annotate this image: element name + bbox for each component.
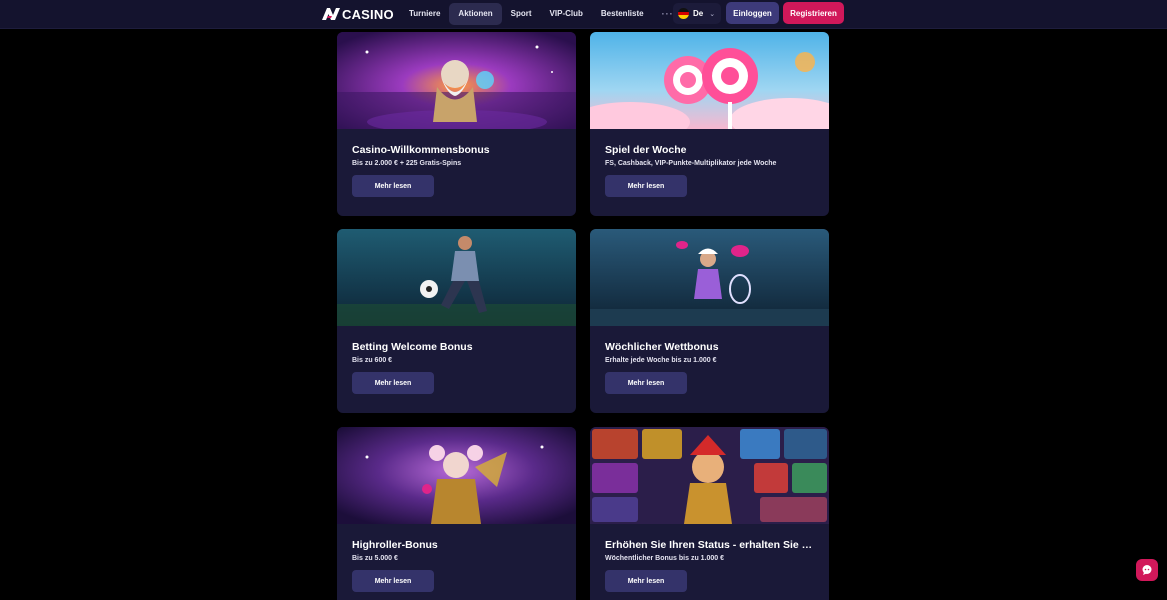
german-flag-icon [678, 8, 689, 19]
promo-card-highroller[interactable]: Highroller-Bonus Bis zu 5.000 € Mehr les… [337, 427, 576, 600]
promo-subtitle: Wöchentlicher Bonus bis zu 1.000 € [605, 555, 725, 562]
language-selector[interactable]: De ⌄ [673, 3, 721, 24]
register-button[interactable]: Registrieren [783, 2, 844, 24]
candy-lollipop-banner [590, 32, 829, 129]
read-more-button[interactable]: Mehr lesen [352, 175, 434, 197]
site-logo[interactable]: CASINO [322, 6, 394, 22]
nav-vip-club[interactable]: VIP-Club [541, 3, 592, 25]
language-label: De [693, 9, 704, 18]
football-player-banner [337, 229, 576, 326]
promo-card-game-of-week[interactable]: Spiel der Woche FS, Cashback, VIP-Punkte… [590, 32, 829, 216]
jester-banner [337, 427, 576, 524]
chat-button[interactable] [1136, 559, 1158, 581]
promo-subtitle: FS, Cashback, VIP-Punkte-Multiplikator j… [605, 160, 777, 167]
read-more-button[interactable]: Mehr lesen [352, 570, 434, 592]
read-more-button[interactable]: Mehr lesen [605, 570, 687, 592]
promo-subtitle: Bis zu 2.000 € + 225 Gratis-Spins [352, 160, 462, 167]
nav-turniere[interactable]: Turniere [400, 3, 449, 25]
tennis-player-banner [590, 229, 829, 326]
promo-card-weekly-betting[interactable]: Wöchlicher Wettbonus Erhalte jede Woche … [590, 229, 829, 413]
read-more-button[interactable]: Mehr lesen [352, 372, 434, 394]
login-button[interactable]: Einloggen [726, 2, 779, 24]
promo-subtitle: Bis zu 600 € [352, 357, 393, 364]
nav-bestenliste[interactable]: Bestenliste [592, 3, 653, 25]
promo-card-status-upgrade[interactable]: Erhöhen Sie Ihren Status - erhalten Sie … [590, 427, 829, 600]
promo-title: Betting Welcome Bonus [352, 341, 473, 353]
main-nav: Turniere Aktionen Sport VIP-Club Bestenl… [400, 3, 683, 25]
read-more-button[interactable]: Mehr lesen [605, 372, 687, 394]
chat-bubble-icon [1142, 565, 1152, 575]
logo-mark-icon [322, 8, 340, 20]
promo-title: Spiel der Woche [605, 144, 687, 156]
promo-subtitle: Erhalte jede Woche bis zu 1.000 € [605, 357, 717, 364]
promo-title: Erhöhen Sie Ihren Status - erhalten Sie … [605, 539, 817, 551]
promo-card-betting-welcome[interactable]: Betting Welcome Bonus Bis zu 600 € Mehr … [337, 229, 576, 413]
promo-subtitle: Bis zu 5.000 € [352, 555, 398, 562]
slot-games-collage-banner [590, 427, 829, 524]
nav-sport[interactable]: Sport [502, 3, 541, 25]
promo-title: Casino-Willkommensbonus [352, 144, 490, 156]
top-header: CASINO Turniere Aktionen Sport VIP-Club … [0, 0, 1167, 29]
zeus-casino-banner [337, 32, 576, 129]
nav-aktionen[interactable]: Aktionen [449, 3, 502, 25]
logo-text: CASINO [342, 6, 394, 22]
promo-card-casino-welcome[interactable]: Casino-Willkommensbonus Bis zu 2.000 € +… [337, 32, 576, 216]
promo-title: Wöchlicher Wettbonus [605, 341, 719, 353]
promo-title: Highroller-Bonus [352, 539, 438, 551]
read-more-button[interactable]: Mehr lesen [605, 175, 687, 197]
chevron-down-icon: ⌄ [709, 10, 716, 18]
